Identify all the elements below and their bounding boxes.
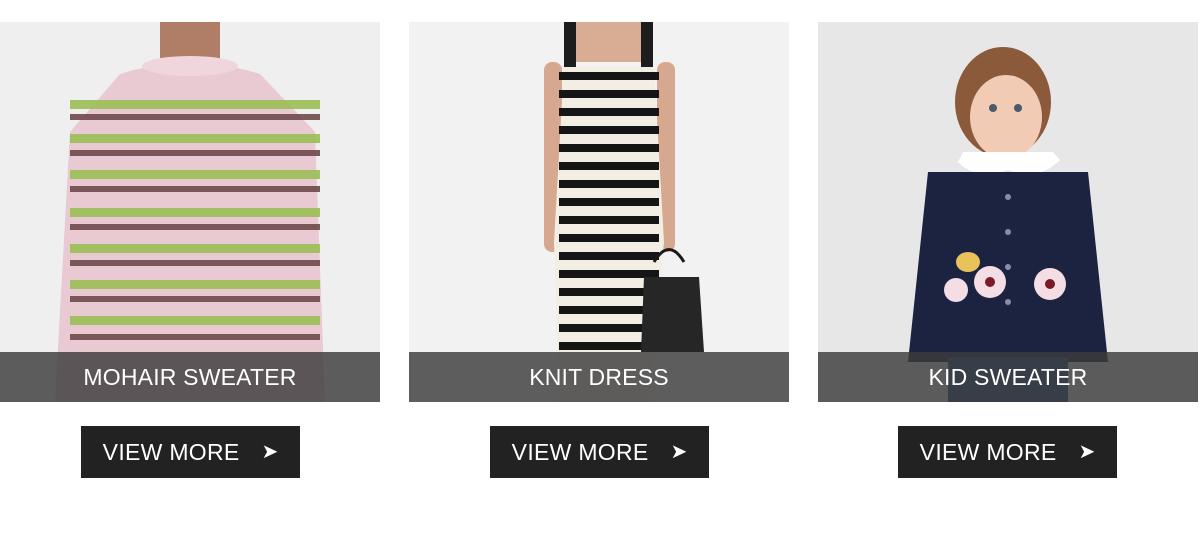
product-image-knit-dress[interactable]: KNIT DRESS xyxy=(409,22,789,402)
product-title: KNIT DRESS xyxy=(529,363,669,390)
button-label: VIEW MORE xyxy=(919,438,1057,465)
product-card-mohair-sweater: MOHAIR SWEATER VIEW MORE ➤ xyxy=(0,22,380,478)
striped-sweater-photo xyxy=(0,22,380,402)
caption-bar: MOHAIR SWEATER xyxy=(0,352,380,402)
product-image-mohair-sweater[interactable]: MOHAIR SWEATER xyxy=(0,22,380,402)
kid-cardigan-photo xyxy=(818,22,1198,402)
product-title: MOHAIR SWEATER xyxy=(83,363,297,390)
caption-bar: KID SWEATER xyxy=(818,352,1198,402)
product-card-kid-sweater: KID SWEATER VIEW MORE ➤ xyxy=(818,22,1198,478)
product-title: KID SWEATER xyxy=(928,363,1088,390)
view-more-button[interactable]: VIEW MORE ➤ xyxy=(81,426,300,478)
arrow-right-icon: ➤ xyxy=(261,441,279,463)
arrow-right-icon: ➤ xyxy=(670,441,688,463)
product-card-knit-dress: KNIT DRESS VIEW MORE ➤ xyxy=(409,22,789,478)
button-label: VIEW MORE xyxy=(511,438,649,465)
product-image-kid-sweater[interactable]: KID SWEATER xyxy=(818,22,1198,402)
caption-bar: KNIT DRESS xyxy=(409,352,789,402)
view-more-button[interactable]: VIEW MORE ➤ xyxy=(490,426,709,478)
view-more-button[interactable]: VIEW MORE ➤ xyxy=(898,426,1117,478)
striped-dress-photo xyxy=(409,22,789,402)
button-label: VIEW MORE xyxy=(102,438,240,465)
arrow-right-icon: ➤ xyxy=(1078,441,1096,463)
